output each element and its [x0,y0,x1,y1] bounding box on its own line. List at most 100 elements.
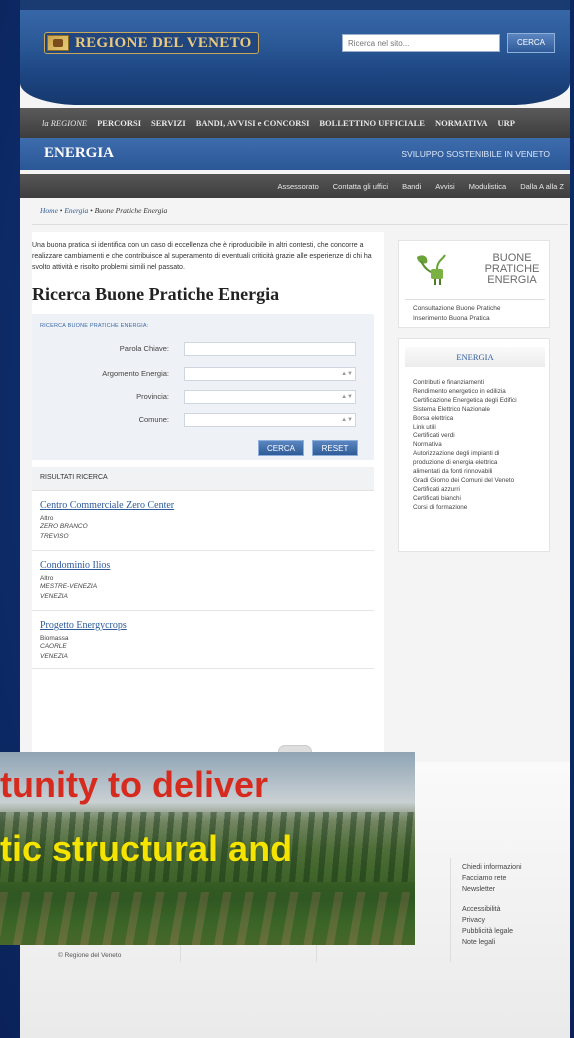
energia-menu-item[interactable]: Certificati azzurri [413,486,549,495]
result-category: Altro [40,575,54,582]
nav-item-bollettino[interactable]: BOLLETTINO UFFICIALE [319,118,425,128]
energia-menu-item[interactable]: alimentati da fonti rinnovabili [413,468,549,477]
subnav-assessorato[interactable]: Assessorato [277,182,318,191]
bpe-line: ENERGIA [487,274,537,286]
keyword-input[interactable] [184,342,356,356]
veneto-flag-icon [47,35,69,51]
footer-link-note[interactable]: Note legali [462,937,513,948]
nav-item-percorsi[interactable]: PERCORSI [97,118,141,128]
divider [32,610,374,611]
energia-menu-item[interactable]: Rendimento energetico in edilizia [413,388,549,397]
energia-menu-title: ENERGIA [405,347,545,367]
energia-menu-item[interactable]: Certificazione Energetica degli Edifici [413,397,549,406]
subnav-avvisi[interactable]: Avvisi [435,182,454,191]
breadcrumb-energia[interactable]: Energia [64,206,88,215]
select-arrow-icon: ▲▼ [341,394,353,400]
overlay-caption-line2: tic structural and [0,828,293,869]
sidebar-link-inserimento[interactable]: Inserimento Buona Pratica [413,315,490,322]
divider [32,668,374,669]
nav-item-normativa[interactable]: NORMATIVA [435,118,488,128]
subnav-bandi[interactable]: Bandi [402,182,421,191]
main-navigation: la REGIONE PERCORSI SERVIZI BANDI, AVVIS… [20,108,570,138]
divider [32,550,374,551]
footer-link-privacy[interactable]: Privacy [462,915,513,926]
keyword-label: Parola Chiave: [119,344,169,353]
energia-menu-item[interactable]: Gradi Giorno dei Comuni del Veneto [413,477,549,486]
energia-menu-list: Contributi e finanziamenti Rendimento en… [413,379,549,513]
page-title: Ricerca Buone Pratiche Energia [32,284,280,304]
energia-menu-item[interactable]: Certificati bianchi [413,495,549,504]
energia-menu-item[interactable]: Certificati verdi [413,432,549,441]
nav-item-urp[interactable]: URP [498,118,515,128]
subnav-modulistica[interactable]: Modulistica [469,182,507,191]
sidebar-link-consultazione[interactable]: Consultazione Buone Pratiche [413,305,500,312]
result-category: Altro [40,515,54,522]
topic-select[interactable]: ▲▼ [184,367,356,381]
province-select[interactable]: ▲▼ [184,390,356,404]
footer-links-group: Chiedi informazioni Facciamo rete Newsle… [462,862,522,895]
subnav-a-z[interactable]: Dalla A alla Z [520,182,564,191]
search-form: RICERCA BUONE PRATICHE ENERGIA: Parola C… [32,314,374,460]
nav-item-regione[interactable]: la REGIONE [42,118,87,128]
breadcrumb: Home • Energia • Buone Pratiche Energia [40,206,167,215]
energia-menu-item[interactable]: Autorizzazione degli impianti di [413,450,549,459]
energia-menu-item[interactable]: Sistema Elettrico Nazionale [413,406,549,415]
footer-link-pubblicita[interactable]: Pubblicità legale [462,926,513,937]
result-city: MESTRE-VENEZIA [40,583,98,590]
breadcrumb-current: Buone Pratiche Energia [94,206,168,215]
site-logo[interactable]: REGIONE DEL VENETO [44,32,259,54]
result-item: Progetto Energycrops Biomassa CAORLE VEN… [40,620,370,662]
energia-menu-item[interactable]: Normativa [413,441,549,450]
main-content: Una buona pratica si identifica con un c… [32,232,384,752]
result-item: Condominio Ilios Altro MESTRE-VENEZIA VE… [40,560,370,602]
result-title-link[interactable]: Progetto Energycrops [40,620,370,631]
logo-text: REGIONE DEL VENETO [75,34,252,51]
form-title: RICERCA BUONE PRATICHE ENERGIA: [40,323,149,329]
header-top-strip [20,0,570,10]
nav-item-servizi[interactable]: SERVIZI [151,118,186,128]
energia-menu-item[interactable]: Link utili [413,424,549,433]
result-province: VENEZIA [40,653,68,660]
footer-link-chiedi[interactable]: Chiedi informazioni [462,862,522,873]
nav-item-bandi[interactable]: BANDI, AVVISI e CONCORSI [196,118,310,128]
energia-menu-item[interactable]: Borsa elettrica [413,415,549,424]
select-arrow-icon: ▲▼ [341,417,353,423]
result-title-link[interactable]: Condominio Ilios [40,560,370,571]
sub-navigation: Assessorato Contatta gli uffici Bandi Av… [20,174,570,198]
subnav-contatta[interactable]: Contatta gli uffici [333,182,388,191]
energia-menu-box: ENERGIA Contributi e finanziamenti Rendi… [398,338,550,552]
footer-links-group: Accessibilità Privacy Pubblicità legale … [462,904,513,948]
energia-menu-item[interactable]: Contributi e finanziamenti [413,379,549,388]
result-item: Centro Commerciale Zero Center Altro ZER… [40,500,370,542]
result-province: TREVISO [40,533,69,540]
intro-text: Una buona pratica si identifica con un c… [32,242,372,271]
breadcrumb-home[interactable]: Home [40,206,58,215]
province-label: Provincia: [136,392,169,401]
search-button[interactable]: CERCA [507,33,555,53]
plug-leaf-icon [417,254,446,285]
site-header: REGIONE DEL VENETO CERCA [20,0,570,105]
footer-link-rete[interactable]: Facciamo rete [462,873,522,884]
site-search-input[interactable] [342,34,500,52]
form-reset-button[interactable]: RESET [312,440,358,456]
overlay-caption-line1: tunity to deliver [0,764,269,805]
footer-link-accessibilita[interactable]: Accessibilità [462,904,513,915]
form-search-button[interactable]: CERCA [258,440,304,456]
divider [32,224,568,225]
select-arrow-icon: ▲▼ [341,371,353,377]
result-category: Biomassa [40,635,69,642]
energia-menu-item[interactable]: produzione di energia elettrica [413,459,549,468]
section-title[interactable]: ENERGIA [44,145,114,162]
result-title-link[interactable]: Centro Commerciale Zero Center [40,500,370,511]
municipality-label: Comune: [138,415,169,424]
nav-item-label: la REGIONE [42,118,88,128]
result-province: VENEZIA [40,593,68,600]
result-city: ZERO BRANCO [40,523,88,530]
municipality-select[interactable]: ▲▼ [184,413,356,427]
results-header: RISULTATI RICERCA [32,467,374,491]
vineyard-rows [0,892,415,945]
energia-menu-item[interactable]: Corsi di formazione [413,504,549,513]
section-subtitle: SVILUPPO SOSTENIBILE IN VENETO [401,149,550,159]
footer-link-newsletter[interactable]: Newsletter [462,884,522,895]
copyright: © Regione del Veneto [58,952,122,959]
